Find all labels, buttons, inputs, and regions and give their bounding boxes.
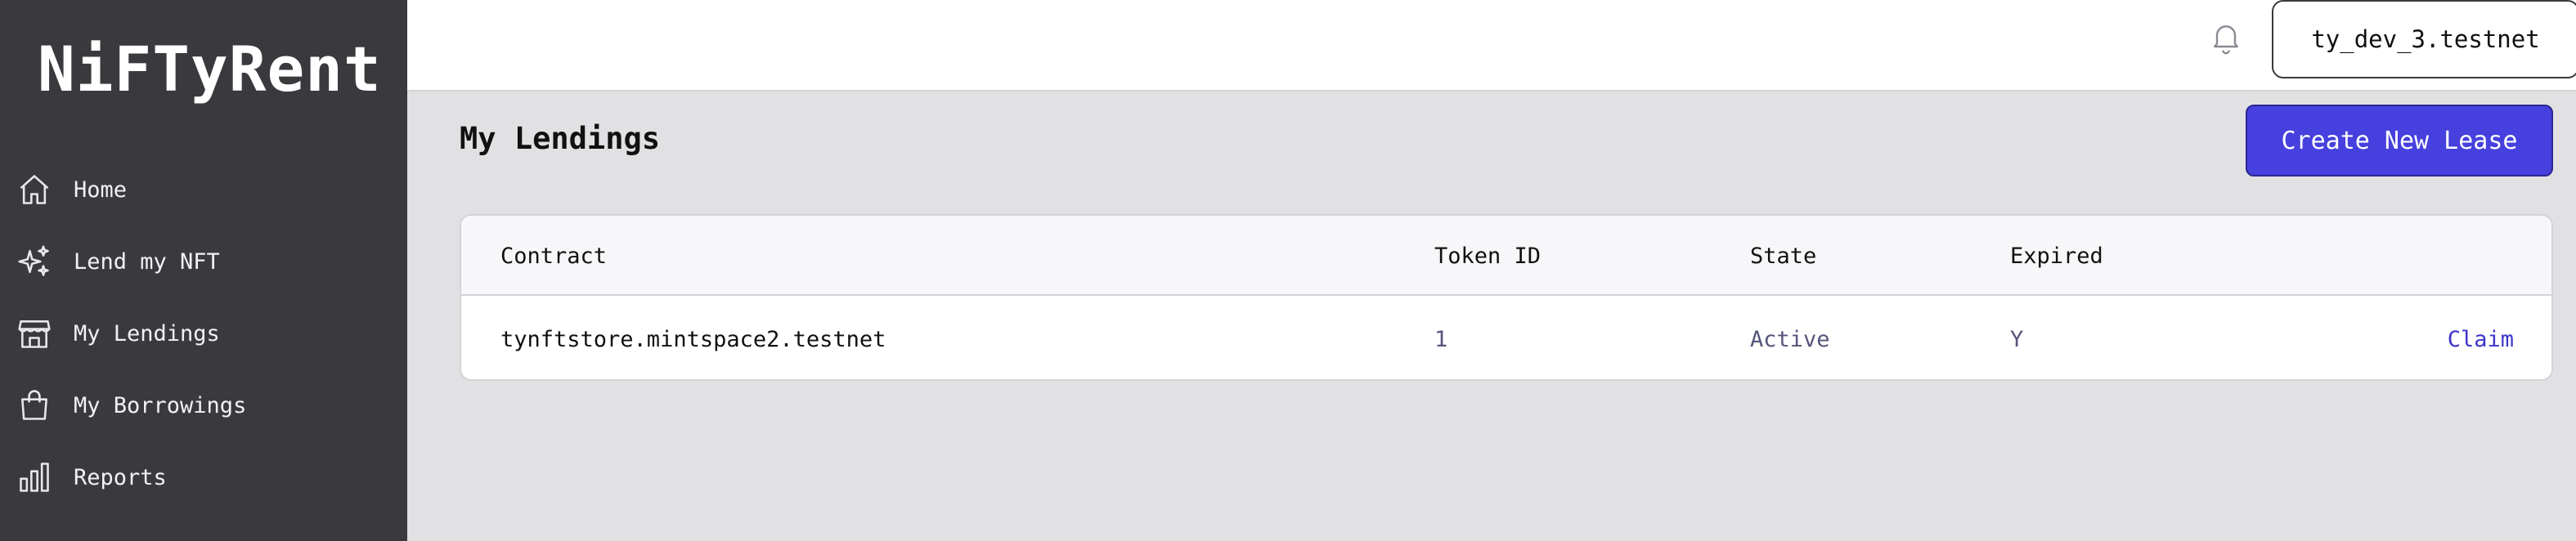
- sidebar: NiFTyRent Home Lend my NFT My Lendings M…: [0, 0, 407, 541]
- sidebar-item-home[interactable]: Home: [16, 165, 393, 214]
- column-header-token-id: Token ID: [1434, 244, 1542, 269]
- cell-expired: Y: [2010, 327, 2024, 352]
- sidebar-item-my-lendings[interactable]: My Lendings: [16, 309, 393, 358]
- store-icon: [16, 315, 52, 351]
- app-logo[interactable]: NiFTyRent: [38, 33, 382, 105]
- shopping-bag-icon: [16, 387, 52, 423]
- home-icon: [16, 172, 52, 208]
- sidebar-item-label: My Lendings: [74, 320, 220, 347]
- column-header-expired: Expired: [2010, 244, 2103, 269]
- sparkles-icon: [16, 244, 52, 279]
- sidebar-item-label: Reports: [74, 464, 167, 490]
- cell-state: Active: [1750, 327, 1830, 352]
- sidebar-item-label: Home: [74, 177, 128, 203]
- cell-contract: tynftstore.mintspace2.testnet: [500, 327, 886, 352]
- create-new-lease-button[interactable]: Create New Lease: [2246, 105, 2553, 177]
- sidebar-item-label: My Borrowings: [74, 392, 247, 418]
- cell-token-id: 1: [1434, 327, 1448, 352]
- sidebar-item-reports[interactable]: Reports: [16, 453, 393, 502]
- lendings-table: Contract Token ID State Expired tynftsto…: [460, 214, 2553, 381]
- column-header-state: State: [1750, 244, 1817, 269]
- bar-chart-icon: [16, 459, 52, 495]
- account-button[interactable]: ty_dev_3.testnet: [2272, 0, 2576, 78]
- sidebar-item-lend-my-nft[interactable]: Lend my NFT: [16, 237, 393, 286]
- table-header: Contract Token ID State Expired: [461, 216, 2551, 296]
- sidebar-item-label: Lend my NFT: [74, 248, 220, 275]
- sidebar-item-my-borrowings[interactable]: My Borrowings: [16, 381, 393, 430]
- column-header-contract: Contract: [500, 244, 608, 269]
- top-bar: [407, 0, 2576, 92]
- claim-link[interactable]: Claim: [2448, 327, 2514, 352]
- bell-icon[interactable]: [2208, 20, 2244, 56]
- page-title: My Lendings: [460, 121, 661, 156]
